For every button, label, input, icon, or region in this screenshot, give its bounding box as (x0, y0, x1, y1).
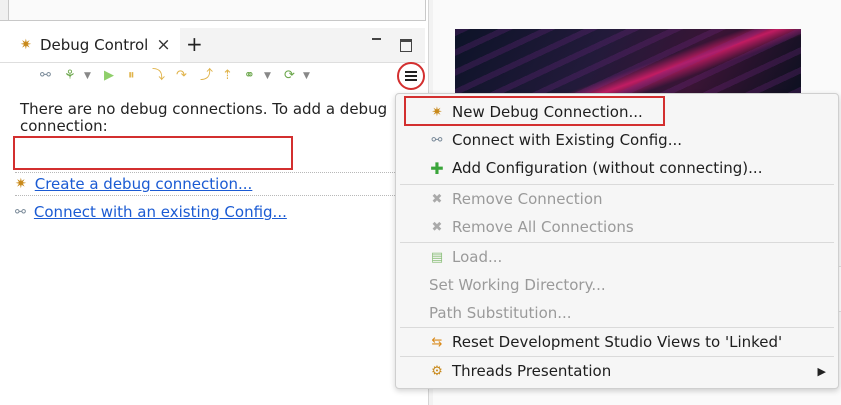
plus-icon: ✚ (430, 158, 444, 178)
submenu-arrow-icon: ▶ (817, 364, 826, 378)
refresh-icon[interactable]: ⟳ (284, 67, 295, 85)
close-icon[interactable]: × (156, 35, 170, 55)
highlight-create-link (13, 136, 293, 170)
connect-existing-link[interactable]: Connect with an existing Config... (34, 203, 287, 221)
menu-item-set-working-directory[interactable]: Set Working Directory... (396, 271, 838, 299)
load-icon: ▤ (430, 249, 444, 265)
view-tab-bar: ✷ Debug Control × + (0, 28, 425, 63)
resume-icon[interactable]: ▶ (104, 67, 114, 85)
connect-config-icon: ⚯ (431, 132, 443, 148)
chevron-down-icon[interactable]: ▼ (84, 67, 91, 85)
suspend-icon[interactable]: ⏸ (128, 67, 135, 85)
tab-debug-control[interactable]: ✷ Debug Control × (0, 28, 180, 62)
step-return-icon[interactable]: ⤴ (200, 67, 213, 85)
connect-existing-row[interactable]: ⚯ Connect with an existing Config... (15, 201, 287, 223)
menu-icon (405, 71, 417, 81)
link-icon[interactable]: ⚭ (244, 67, 255, 85)
add-view-button[interactable]: + (186, 32, 203, 56)
reset-link-icon: ⇆ (431, 334, 443, 350)
remove-all-icon: ✖ (431, 219, 443, 235)
step-icon[interactable]: ⚘ (64, 67, 76, 85)
previous-view-area (0, 0, 426, 21)
connect-config-icon: ⚯ (15, 204, 26, 220)
menu-item-path-substitution[interactable]: Path Substitution... (396, 299, 838, 327)
debug-control-view: ✷ Debug Control × + ⚯ ⚘ ▼ ▶ ⏸ ⤵ ↷ ⤴ ⇡ ⚭ … (0, 28, 425, 405)
menu-item-remove-all-connections[interactable]: ✖ Remove All Connections (396, 213, 838, 241)
menu-item-remove-connection[interactable]: ✖ Remove Connection (396, 185, 838, 213)
empty-message: There are no debug connections. To add a… (20, 100, 388, 135)
debug-bug-icon: ✷ (15, 176, 27, 192)
top-left-border (0, 0, 9, 20)
highlight-new-debug-connection (404, 96, 665, 126)
chevron-down-icon[interactable]: ▼ (303, 67, 310, 85)
view-dropdown-menu: ✷ New Debug Connection... ⚯ Connect with… (395, 93, 839, 389)
debug-bug-icon: ✷ (20, 37, 32, 53)
menu-item-reset-views[interactable]: ⇆ Reset Development Studio Views to 'Lin… (396, 328, 838, 356)
view-toolbar: ⚯ ⚘ ▼ ▶ ⏸ ⤵ ↷ ⤴ ⇡ ⚭ ▼ ⟳ ▼ (0, 62, 425, 90)
connect-icon[interactable]: ⚯ (40, 67, 51, 85)
remove-x-icon: ✖ (431, 191, 443, 207)
menu-item-load[interactable]: ▤ Load... (396, 243, 838, 271)
tab-label: Debug Control (40, 36, 149, 54)
menu-item-threads-presentation[interactable]: ⚙ Threads Presentation ▶ (396, 357, 838, 385)
step-over-icon[interactable]: ↷ (176, 67, 187, 85)
create-connection-link[interactable]: Create a debug connection... (35, 175, 253, 193)
menu-item-connect-existing[interactable]: ⚯ Connect with Existing Config... (396, 126, 838, 154)
background-image (455, 29, 801, 93)
menu-item-add-configuration[interactable]: ✚ Add Configuration (without connecting)… (396, 154, 838, 182)
step-into-icon[interactable]: ⤵ (152, 67, 165, 85)
threads-icon: ⚙ (431, 363, 443, 379)
chevron-down-icon[interactable]: ▼ (264, 67, 271, 85)
minimize-icon[interactable] (371, 32, 383, 44)
create-connection-row[interactable]: ✷ Create a debug connection... (15, 172, 425, 196)
view-menu-button[interactable] (397, 62, 425, 90)
drop-frame-icon[interactable]: ⇡ (222, 67, 233, 85)
maximize-icon[interactable] (400, 39, 412, 52)
